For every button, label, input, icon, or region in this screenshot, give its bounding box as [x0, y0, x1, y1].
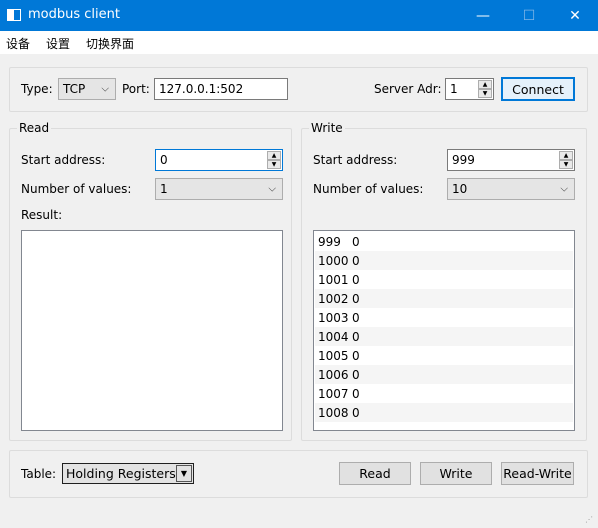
read-count-combo[interactable]: 1 ⌵ [155, 178, 283, 200]
connect-button-label: Connect [512, 81, 564, 97]
write-count-combo[interactable]: 10 ⌵ [447, 178, 575, 200]
type-combo[interactable]: TCP ⌵ [58, 78, 116, 100]
chevron-down-icon: ⌵ [268, 183, 276, 195]
write-count-label: Number of values: [313, 182, 424, 196]
spin-up-icon[interactable]: ▲ [267, 151, 281, 160]
read-button[interactable]: Read [339, 462, 411, 485]
resize-grip-icon[interactable]: ⋰ [585, 515, 595, 525]
read-button-label: Read [359, 466, 391, 481]
table-row[interactable]: 1000 0 [315, 251, 573, 270]
table-label: Table: [21, 467, 57, 481]
table-row[interactable]: 1007 0 [315, 384, 573, 403]
menu-item-device[interactable]: 设备 [6, 35, 30, 52]
row-address: 1008 [318, 405, 349, 420]
read-write-button[interactable]: Read-Write [501, 462, 574, 485]
read-count-label: Number of values: [21, 182, 132, 196]
maximize-button[interactable]: ☐ [506, 0, 552, 31]
read-count-value: 1 [160, 182, 168, 196]
table-row[interactable]: 1003 0 [315, 308, 573, 327]
menu-item-switch-view[interactable]: 切换界面 [86, 35, 134, 52]
chevron-down-icon: ⌵ [560, 183, 568, 195]
row-address: 1000 [318, 253, 349, 268]
row-address: 1006 [318, 367, 349, 382]
chevron-down-icon: ▼ [176, 465, 192, 482]
write-start-address-label: Start address: [313, 153, 398, 167]
row-value[interactable]: 0 [352, 254, 360, 268]
result-label: Result: [21, 208, 63, 222]
row-address: 999 [318, 234, 341, 249]
read-start-address-value: 0 [160, 153, 168, 167]
row-value[interactable]: 0 [352, 387, 360, 401]
row-value[interactable]: 0 [352, 330, 360, 344]
type-value: TCP [63, 82, 86, 96]
table-row[interactable]: 1002 0 [315, 289, 573, 308]
window-title: modbus client [28, 7, 120, 22]
spin-up-icon[interactable]: ▲ [478, 80, 492, 89]
write-values-table[interactable]: 999 0 1000 0 1001 0 1002 0 1003 0 1004 0 1005 0… [313, 230, 575, 431]
row-address: 1001 [318, 272, 349, 287]
table-row[interactable]: 999 0 [315, 232, 573, 251]
table-row[interactable]: 1005 0 [315, 346, 573, 365]
row-value[interactable]: 0 [352, 235, 360, 249]
read-start-address-spinbox[interactable]: 0 ▲ ▼ [155, 149, 283, 171]
table-value: Holding Registers [66, 466, 176, 481]
title-bar[interactable]: modbus client — ☐ ✕ [0, 0, 598, 31]
close-button[interactable]: ✕ [552, 0, 598, 31]
table-combo[interactable]: Holding Registers ▼ [62, 463, 194, 484]
row-address: 1007 [318, 386, 349, 401]
row-value[interactable]: 0 [352, 368, 360, 382]
minimize-button[interactable]: — [460, 0, 506, 31]
table-row[interactable]: 1006 0 [315, 365, 573, 384]
server-address-spinbox[interactable]: 1 ▲ ▼ [445, 78, 494, 100]
server-address-label: Server Adr: [374, 82, 442, 96]
row-value[interactable]: 0 [352, 406, 360, 420]
write-count-value: 10 [452, 182, 468, 196]
minimize-icon: — [476, 7, 490, 24]
write-button-label: Write [439, 466, 473, 481]
row-value[interactable]: 0 [352, 292, 360, 306]
result-list[interactable] [21, 230, 283, 431]
write-start-address-value: 999 [452, 153, 475, 167]
table-row[interactable]: 1004 0 [315, 327, 573, 346]
table-row[interactable]: 1001 0 [315, 270, 573, 289]
spin-up-icon[interactable]: ▲ [559, 151, 573, 160]
maximize-icon: ☐ [522, 7, 536, 24]
row-value[interactable]: 0 [352, 349, 360, 363]
close-icon: ✕ [569, 7, 581, 24]
server-address-value: 1 [450, 82, 458, 96]
connect-button[interactable]: Connect [501, 77, 575, 101]
read-start-address-label: Start address: [21, 153, 106, 167]
table-row[interactable]: 1008 0 [315, 403, 573, 422]
spin-down-icon[interactable]: ▼ [267, 160, 281, 169]
write-start-address-spinbox[interactable]: 999 ▲ ▼ [447, 149, 575, 171]
write-button[interactable]: Write [420, 462, 492, 485]
row-address: 1002 [318, 291, 349, 306]
port-input[interactable]: 127.0.0.1:502 [154, 78, 288, 100]
window-app-icon [7, 9, 21, 21]
row-value[interactable]: 0 [352, 273, 360, 287]
type-label: Type: [21, 82, 53, 96]
menu-item-settings[interactable]: 设置 [46, 35, 70, 52]
write-group-title: Write [309, 121, 345, 135]
read-group-title: Read [17, 121, 52, 135]
chevron-down-icon: ⌵ [101, 83, 109, 95]
row-value[interactable]: 0 [352, 311, 360, 325]
spin-down-icon[interactable]: ▼ [559, 160, 573, 169]
read-write-button-label: Read-Write [503, 466, 572, 481]
spin-down-icon[interactable]: ▼ [478, 89, 492, 98]
row-address: 1003 [318, 310, 349, 325]
port-label: Port: [122, 82, 150, 96]
row-address: 1005 [318, 348, 349, 363]
menu-bar: 设备 设置 切换界面 [0, 31, 598, 54]
row-address: 1004 [318, 329, 349, 344]
port-value: 127.0.0.1:502 [159, 82, 244, 96]
